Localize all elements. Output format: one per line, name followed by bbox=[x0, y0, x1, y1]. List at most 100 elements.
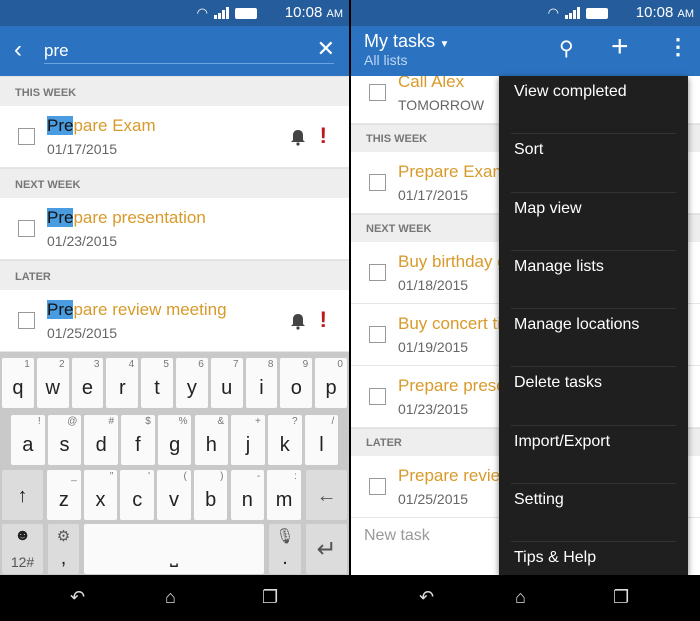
clock-ampm: AM bbox=[677, 8, 695, 20]
key-o[interactable]: 9o bbox=[280, 358, 313, 408]
add-icon[interactable]: + bbox=[611, 30, 629, 64]
key-x[interactable]: " x bbox=[83, 470, 118, 520]
key-hint: _ bbox=[71, 471, 77, 482]
task-date: 01/17/2015 bbox=[398, 187, 469, 203]
task-checkbox[interactable] bbox=[369, 264, 386, 281]
menu-item-sort[interactable]: Sort bbox=[499, 134, 688, 193]
key-label: o bbox=[290, 377, 302, 399]
home-icon[interactable]: ⌂ bbox=[515, 587, 526, 608]
recents-icon[interactable]: ❐ bbox=[613, 587, 629, 608]
priority-icon: ! bbox=[319, 123, 327, 148]
menu-item-manage-locations[interactable]: Manage locations bbox=[499, 309, 688, 368]
task-checkbox[interactable] bbox=[369, 326, 386, 343]
menu-item-view-completed[interactable]: View completed bbox=[499, 76, 688, 135]
task-checkbox[interactable] bbox=[369, 84, 386, 101]
key-hint: ? bbox=[292, 416, 298, 427]
key-hint: 2 bbox=[59, 359, 65, 370]
symbols-key[interactable]: ☻ 12# bbox=[2, 524, 43, 574]
space-key[interactable]: ⎵ bbox=[84, 524, 264, 574]
key-hint: 6 bbox=[198, 359, 204, 370]
section-header: NEXT WEEK bbox=[0, 168, 349, 198]
key-g[interactable]: % g bbox=[157, 415, 192, 465]
overflow-menu-icon[interactable]: ⋮ bbox=[667, 34, 689, 60]
task-item[interactable]: Prepare presentation 01/23/2015 bbox=[0, 198, 349, 260]
menu-item-map-view[interactable]: Map view bbox=[499, 193, 688, 252]
mic-icon: 🎙 bbox=[275, 528, 295, 545]
clear-search-icon[interactable]: ✕ bbox=[317, 36, 335, 62]
new-task-input[interactable]: New task bbox=[364, 527, 430, 545]
key-c[interactable]: ' c bbox=[120, 470, 155, 520]
menu-item-delete-tasks[interactable]: Delete tasks bbox=[499, 367, 688, 427]
task-checkbox[interactable] bbox=[369, 478, 386, 495]
key-l[interactable]: / l bbox=[304, 415, 339, 465]
key-label: c bbox=[132, 489, 143, 511]
task-item[interactable]: Prepare Exam 01/17/2015! bbox=[0, 106, 349, 168]
enter-key[interactable]: ↵ bbox=[306, 524, 347, 574]
task-title: Prepare review bbox=[398, 466, 513, 485]
key-v[interactable]: (v bbox=[157, 470, 191, 520]
menu-item-manage-lists[interactable]: Manage lists bbox=[499, 251, 688, 310]
back-nav-icon[interactable]: ↶ bbox=[70, 587, 85, 608]
task-checkbox[interactable] bbox=[18, 220, 35, 237]
menu-item-setting[interactable]: Setting bbox=[499, 484, 688, 543]
search-icon[interactable]: ⚲ bbox=[559, 36, 574, 61]
key-t[interactable]: 5t bbox=[141, 358, 173, 408]
key-k[interactable]: ? k bbox=[267, 415, 302, 465]
key-a[interactable]: ! a bbox=[11, 415, 45, 465]
key-label: h bbox=[205, 434, 217, 456]
task-date: 01/18/2015 bbox=[398, 277, 469, 293]
key-s[interactable]: @ s bbox=[47, 415, 82, 465]
recents-icon[interactable]: ❐ bbox=[262, 587, 278, 608]
task-checkbox[interactable] bbox=[369, 174, 386, 191]
task-item[interactable]: Prepare review meeting 01/25/2015! bbox=[0, 290, 349, 352]
task-title: Prepare Exam bbox=[398, 162, 507, 181]
home-icon[interactable]: ⌂ bbox=[165, 587, 176, 608]
task-date: TOMORROW bbox=[398, 97, 485, 113]
emoji-icon: ☻ bbox=[14, 527, 31, 544]
key-y[interactable]: 6y bbox=[176, 358, 208, 408]
shift-key[interactable]: ↑ bbox=[2, 470, 43, 520]
task-checkbox[interactable] bbox=[369, 388, 386, 405]
key-hint: 0 bbox=[337, 359, 343, 370]
search-bar: ‹ ✕ bbox=[0, 26, 349, 76]
key-b[interactable]: ) b bbox=[193, 470, 228, 520]
backspace-key[interactable]: ← bbox=[306, 470, 347, 520]
list-selector[interactable]: My tasks ▼ All lists bbox=[364, 31, 449, 68]
key-u[interactable]: 7u bbox=[210, 358, 243, 408]
status-bar: ◠ 10:08 AM bbox=[351, 0, 700, 26]
back-nav-icon[interactable]: ↶ bbox=[419, 587, 434, 608]
settings-comma-key[interactable]: ⚙, bbox=[48, 524, 79, 574]
task-date: 01/23/2015 bbox=[398, 401, 469, 417]
symbols-label: 12# bbox=[10, 554, 35, 570]
key-hint: 4 bbox=[128, 359, 135, 370]
menu-item-import-export[interactable]: Import/Export bbox=[499, 426, 688, 485]
list-subtitle: All lists bbox=[364, 52, 408, 68]
key-f[interactable]: $ f bbox=[121, 415, 155, 465]
back-icon[interactable]: ‹ bbox=[14, 36, 22, 64]
key-p[interactable]: 0p bbox=[315, 358, 347, 408]
task-date: 01/17/2015 bbox=[47, 141, 118, 157]
key-w[interactable]: 2w bbox=[36, 358, 69, 408]
task-checkbox[interactable] bbox=[18, 128, 35, 145]
key-i[interactable]: 8i bbox=[245, 358, 278, 408]
key-d[interactable]: # d bbox=[84, 415, 119, 465]
key-j[interactable]: + j bbox=[231, 415, 265, 465]
search-input[interactable] bbox=[44, 38, 334, 64]
key-m[interactable]: :m bbox=[267, 470, 301, 520]
key-h[interactable]: & h bbox=[194, 415, 229, 465]
key-hint: 3 bbox=[93, 359, 100, 370]
space-icon: ⎵ bbox=[170, 545, 178, 567]
key-hint: ) bbox=[220, 471, 224, 482]
key-n[interactable]: -n bbox=[230, 470, 265, 520]
dropdown-icon: ▼ bbox=[439, 39, 450, 50]
mic-period-key[interactable]: 🎙. bbox=[269, 524, 301, 574]
key-r[interactable]: 4r bbox=[106, 358, 139, 408]
key-label: n bbox=[241, 489, 253, 511]
task-checkbox[interactable] bbox=[18, 312, 35, 329]
key-hint: % bbox=[178, 416, 188, 427]
task-title: Buy concert ti bbox=[398, 314, 501, 333]
key-e[interactable]: 3e bbox=[71, 358, 104, 408]
key-q[interactable]: 1q bbox=[2, 358, 34, 408]
key-z[interactable]: _ z bbox=[47, 470, 81, 520]
section-header: THIS WEEK bbox=[0, 76, 349, 106]
